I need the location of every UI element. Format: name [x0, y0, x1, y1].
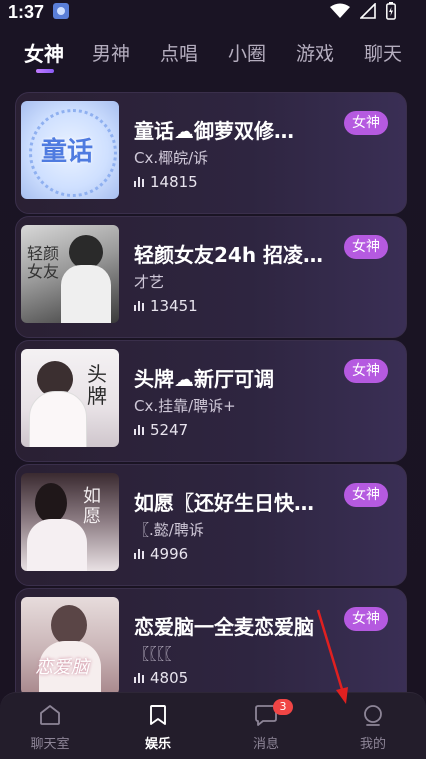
- screen: 1:37 女神 男神 点唱 小圈 游戏 聊天 童话 童话☁御萝双修… Cx.椰皖…: [0, 0, 426, 759]
- room-card[interactable]: 轻颜女友 轻颜女友24h 招凌… 才艺 13451 女神: [15, 216, 407, 338]
- room-host: Cx.挂靠/聘诉+: [134, 397, 236, 415]
- room-listener-count: 13451: [134, 297, 198, 315]
- home-icon: [40, 705, 60, 725]
- nav-label: 聊天室: [30, 737, 70, 752]
- room-count-value: 5247: [150, 421, 189, 439]
- room-listener-count: 14815: [134, 173, 198, 191]
- room-host: 〖〖〖〖: [134, 645, 172, 663]
- room-cover-caption: 头牌: [87, 362, 107, 408]
- room-category-badge: 女神: [344, 235, 388, 259]
- room-count-value: 4805: [150, 669, 189, 687]
- status-icons: [330, 2, 396, 20]
- tab-god[interactable]: 男神: [92, 40, 130, 68]
- status-bar: 1:37: [0, 0, 426, 24]
- tab-song-request[interactable]: 点唱: [160, 40, 198, 68]
- room-title: 童话☁御萝双修…: [134, 119, 294, 143]
- app-notification-icon: [53, 3, 69, 19]
- room-title: 头牌☁新厅可调: [134, 367, 274, 391]
- room-cover-image: 童话: [21, 101, 119, 199]
- room-category-badge: 女神: [344, 483, 388, 507]
- nav-label: 娱乐: [144, 737, 171, 752]
- nav-profile[interactable]: 我的: [333, 703, 413, 752]
- room-category-badge: 女神: [344, 111, 388, 135]
- audio-bars-icon: [134, 301, 144, 311]
- active-tab-indicator: [36, 69, 54, 73]
- room-cover-image: 头牌: [21, 349, 119, 447]
- room-listener-count: 4805: [134, 669, 188, 687]
- room-cover-caption: 如愿: [83, 486, 101, 527]
- room-cover-image: 恋爱脑: [21, 597, 119, 695]
- bottom-navigation: 聊天室 娱乐 3 消息 我的: [0, 692, 426, 759]
- unread-count-badge: 3: [273, 699, 293, 715]
- tab-games[interactable]: 游戏: [296, 40, 334, 68]
- signal-icon: [360, 3, 376, 19]
- audio-bars-icon: [134, 673, 144, 683]
- bookmark-icon: [150, 705, 166, 725]
- room-title: 恋爱脑一全麦恋爱脑: [134, 615, 314, 639]
- room-cover-caption: 轻颜女友: [27, 244, 60, 281]
- category-tabs: 女神 男神 点唱 小圈 游戏 聊天: [0, 40, 426, 80]
- room-count-value: 14815: [150, 173, 198, 191]
- room-host: 〖.懿/聘诉: [134, 521, 204, 539]
- room-card[interactable]: 头牌 头牌☁新厅可调 Cx.挂靠/聘诉+ 5247 女神: [15, 340, 407, 462]
- tab-small-circle[interactable]: 小圈: [228, 40, 266, 68]
- room-title: 如愿〖还好生日快…: [134, 491, 314, 515]
- audio-bars-icon: [134, 177, 144, 187]
- room-card[interactable]: 童话 童话☁御萝双修… Cx.椰皖/诉 14815 女神: [15, 92, 407, 214]
- nav-chatroom[interactable]: 聊天室: [10, 703, 90, 752]
- room-host: Cx.椰皖/诉: [134, 149, 209, 167]
- room-cover-image: 如愿: [21, 473, 119, 571]
- tab-goddess[interactable]: 女神: [24, 40, 64, 68]
- annotation-arrow: [316, 609, 348, 704]
- room-title: 轻颜女友24h 招凌…: [134, 243, 324, 267]
- nav-entertainment[interactable]: 娱乐: [118, 703, 198, 752]
- nav-label: 我的: [359, 737, 386, 752]
- room-cover-caption: 童话: [41, 137, 94, 167]
- battery-icon: [386, 2, 396, 20]
- wifi-icon: [330, 3, 350, 18]
- status-time: 1:37: [8, 2, 45, 22]
- room-listener-count: 4996: [134, 545, 188, 563]
- room-cover-caption: 恋爱脑: [35, 657, 89, 678]
- profile-icon: [364, 705, 382, 726]
- nav-messages[interactable]: 3 消息: [226, 699, 306, 752]
- room-card[interactable]: 如愿 如愿〖还好生日快… 〖.懿/聘诉 4996 女神: [15, 464, 407, 586]
- room-cover-image: 轻颜女友: [21, 225, 119, 323]
- room-host: 才艺: [134, 273, 165, 291]
- room-count-value: 13451: [150, 297, 198, 315]
- audio-bars-icon: [134, 549, 144, 559]
- tab-chat[interactable]: 聊天: [364, 40, 402, 68]
- room-count-value: 4996: [150, 545, 189, 563]
- audio-bars-icon: [134, 425, 144, 435]
- room-listener-count: 5247: [134, 421, 188, 439]
- room-category-badge: 女神: [344, 359, 388, 383]
- nav-label: 消息: [252, 737, 279, 752]
